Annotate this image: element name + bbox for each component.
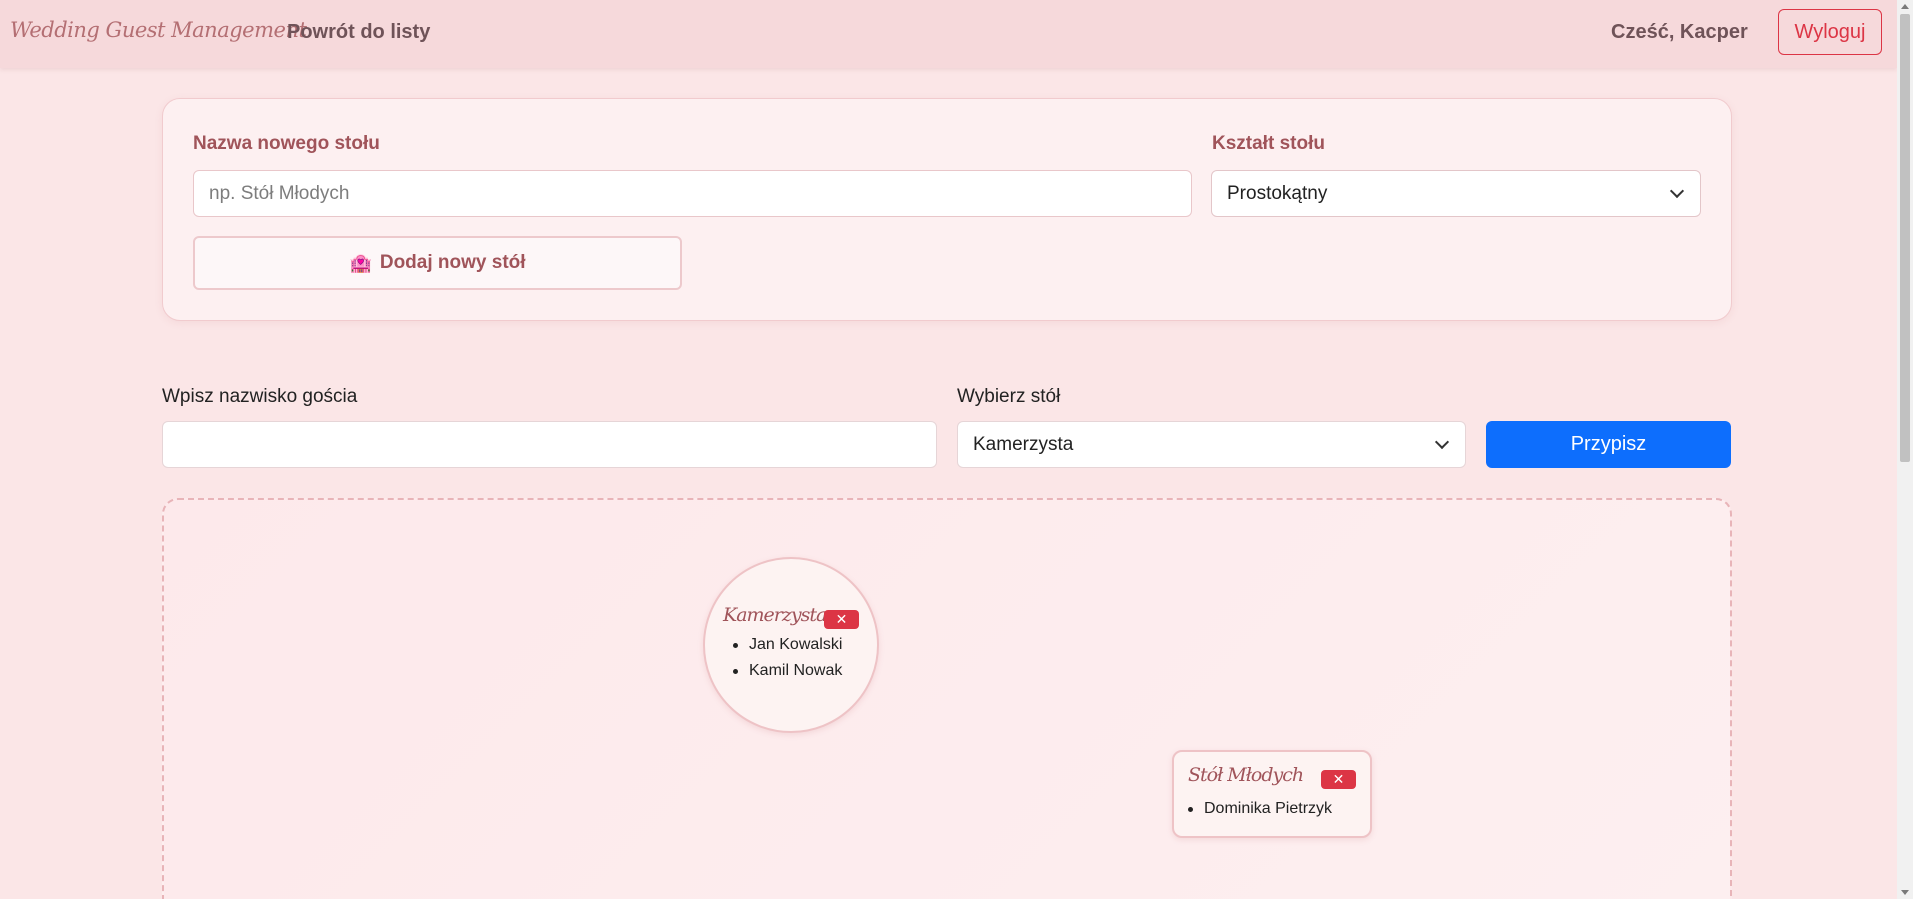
logout-button[interactable]: Wyloguj [1778,9,1882,55]
chevron-down-icon [1669,183,1685,199]
table-name-input[interactable]: np. Stół Młodych [193,170,1192,217]
list-item[interactable]: Dominika Pietrzyk [1182,796,1332,822]
choose-table-label: Wybierz stół [957,386,1061,407]
user-greeting: Cześć, Kacper [1611,21,1748,43]
table-name: Kamerzysta [723,604,827,626]
table-stol-mlodych[interactable]: Stół Młodych ✕ Dominika Pietrzyk [1172,750,1372,838]
back-to-list-link[interactable]: Powrót do listy [287,21,430,44]
list-item[interactable]: Kamil Nowak [727,658,842,684]
scroll-up-arrow-icon[interactable] [1901,4,1909,9]
guest-name-input[interactable] [162,421,937,468]
scroll-down-arrow-icon[interactable] [1901,890,1909,895]
delete-table-button[interactable]: ✕ [1321,770,1356,789]
add-table-button-label: Dodaj nowy stół [379,252,526,273]
table-kamerzysta[interactable]: Kamerzysta ✕ Jan Kowalski Kamil Nowak [703,557,879,733]
wedding-building-icon: 🏩 [349,252,372,273]
table-shape-select[interactable]: Prostokątny [1211,170,1701,217]
add-table-card: Nazwa nowego stołu np. Stół Młodych Kszt… [162,98,1732,321]
scrollbar-thumb[interactable] [1900,14,1910,462]
choose-table-select[interactable]: Kamerzysta [957,421,1466,468]
guest-list: Jan Kowalski Kamil Nowak [727,632,842,684]
list-item[interactable]: Jan Kowalski [727,632,842,658]
guest-list: Dominika Pietrzyk [1182,796,1332,822]
page-scrollbar[interactable] [1897,0,1913,899]
assign-button[interactable]: Przypisz [1486,421,1731,468]
delete-table-button[interactable]: ✕ [824,610,859,629]
table-name-placeholder: np. Stół Młodych [209,182,350,204]
guest-name-label: Wpisz nazwisko gościa [162,386,358,407]
brand-logo[interactable]: Wedding Guest Management [10,18,307,42]
navbar: Wedding Guest Management Powrót do listy… [0,0,1897,68]
add-table-button[interactable]: 🏩 Dodaj nowy stół [193,236,682,290]
table-name-label: Nazwa nowego stołu [193,133,380,154]
table-shape-label: Kształt stołu [1212,133,1325,154]
table-shape-value: Prostokątny [1227,182,1328,204]
table-name: Stół Młodych [1188,764,1304,786]
seating-canvas: Kamerzysta ✕ Jan Kowalski Kamil Nowak St… [162,498,1732,899]
choose-table-value: Kamerzysta [973,433,1074,455]
chevron-down-icon [1434,434,1450,450]
